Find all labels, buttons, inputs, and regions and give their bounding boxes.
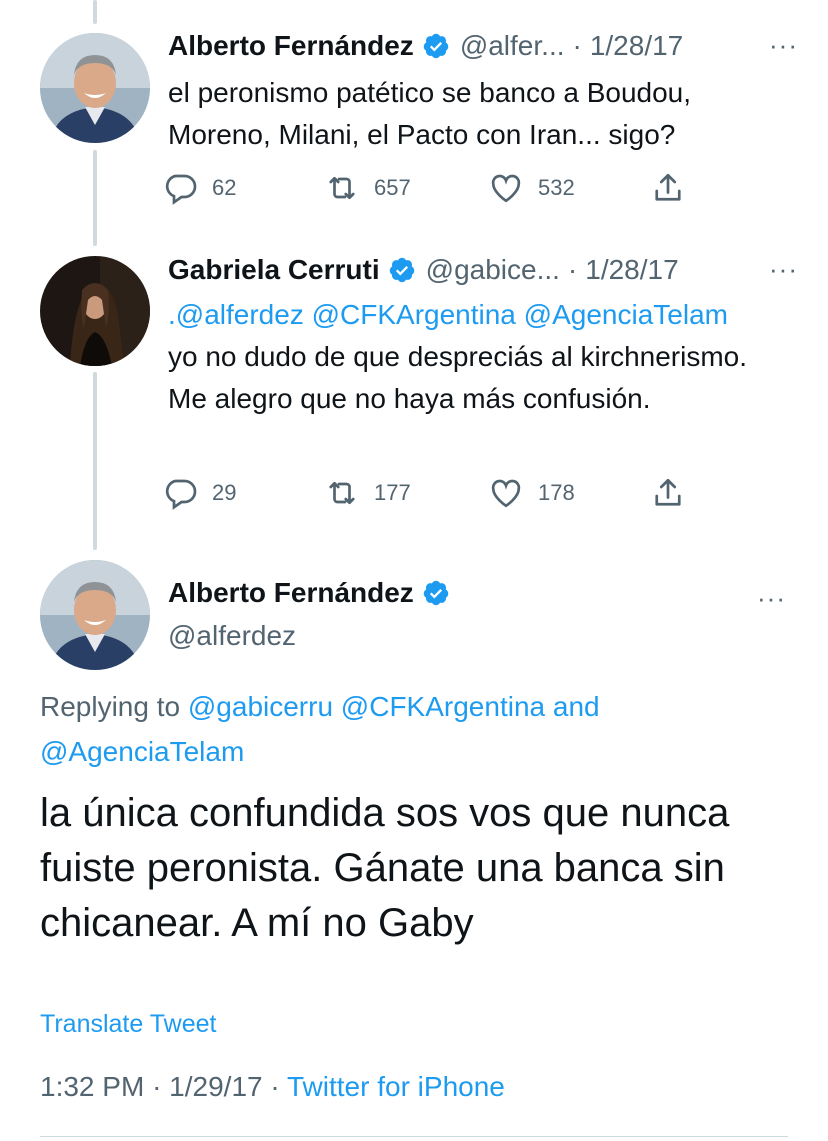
tweet-2-actions: 29 177 178 [162, 473, 702, 513]
tweet-2-header: Gabriela Cerruti @gabice... · 1/28/17 ··… [168, 248, 798, 292]
tweet-time[interactable]: 1:32 PM [40, 1071, 144, 1102]
reply-icon [165, 479, 197, 510]
tweet-2-text: yo no dudo de que despreciás al kirchner… [168, 341, 748, 414]
avatar-gabriela[interactable] [40, 256, 150, 366]
retweet-icon [329, 176, 355, 200]
retweet-count: 657 [374, 175, 411, 200]
retweet-button[interactable]: 657 [324, 168, 411, 208]
share-button[interactable] [650, 473, 700, 513]
tweet-date[interactable]: 1/28/17 [590, 30, 683, 62]
reply-count: 29 [212, 480, 237, 505]
like-count: 532 [538, 175, 575, 200]
reply-button[interactable]: 62 [162, 168, 236, 208]
avatar-alberto[interactable] [40, 33, 150, 143]
author-name[interactable]: Alberto Fernández [168, 30, 414, 62]
verified-badge-icon [388, 256, 416, 284]
main-author-name-text: Alberto Fernández [168, 577, 414, 608]
tweet-1-header: Alberto Fernández @alfer... · 1/28/17 ··… [168, 24, 798, 68]
separator-dot: · [270, 1071, 280, 1102]
thread-line-top [93, 0, 97, 24]
more-options-icon[interactable]: ··· [757, 583, 786, 614]
author-handle[interactable]: @gabice... [426, 254, 560, 286]
tweet-1-text: el peronismo patético se banco a Boudou,… [168, 77, 692, 150]
verified-badge-icon [422, 579, 450, 607]
retweet-icon [329, 481, 355, 505]
like-button[interactable]: 178 [488, 473, 575, 513]
thread-line-2 [93, 372, 97, 550]
tweet-2-mentions[interactable]: .@alferdez @CFKArgentina @AgenciaTelam [168, 294, 798, 336]
verified-badge-icon [422, 32, 450, 60]
translate-tweet-link[interactable]: Translate Tweet [40, 1010, 216, 1039]
author-name[interactable]: Gabriela Cerruti [168, 254, 380, 286]
tweet-source-link[interactable]: Twitter for iPhone [287, 1071, 505, 1102]
like-heart-icon [491, 479, 521, 508]
replying-prefix: Replying to [40, 691, 181, 722]
more-options-icon[interactable]: ··· [769, 30, 798, 61]
retweet-button[interactable]: 177 [324, 473, 411, 513]
share-icon [655, 173, 681, 201]
reply-count: 62 [212, 175, 237, 200]
share-button[interactable] [650, 168, 700, 208]
avatar-alberto-main[interactable] [40, 560, 150, 670]
main-tweet-text: la única confundida sos vos que nunca fu… [40, 791, 730, 945]
more-options-icon[interactable]: ··· [769, 254, 798, 285]
author-handle[interactable]: @alfer... [460, 30, 565, 62]
separator-dot: · [572, 30, 582, 61]
retweet-count: 177 [374, 480, 411, 505]
main-author-handle[interactable]: @alferdez [168, 620, 296, 652]
separator-dot: · [567, 254, 578, 285]
reply-button[interactable]: 29 [162, 473, 236, 513]
tweet-meta: 1:32 PM · 1/29/17 · Twitter for iPhone [40, 1071, 505, 1103]
like-heart-icon [491, 174, 521, 203]
like-count: 178 [538, 480, 575, 505]
tweet-date[interactable]: 1/29/17 [169, 1071, 262, 1102]
reply-icon [165, 174, 197, 205]
divider [40, 1136, 788, 1137]
tweet-date[interactable]: 1/28/17 [585, 254, 678, 286]
like-button[interactable]: 532 [488, 168, 575, 208]
tweet-1-actions: 62 657 532 [162, 168, 702, 208]
thread-line-1 [93, 150, 97, 246]
separator-dot: · [152, 1071, 162, 1102]
share-icon [655, 478, 681, 506]
replying-to: Replying to @gabicerru @CFKArgentina and… [40, 684, 798, 774]
main-author-name[interactable]: Alberto Fernández [168, 577, 450, 609]
